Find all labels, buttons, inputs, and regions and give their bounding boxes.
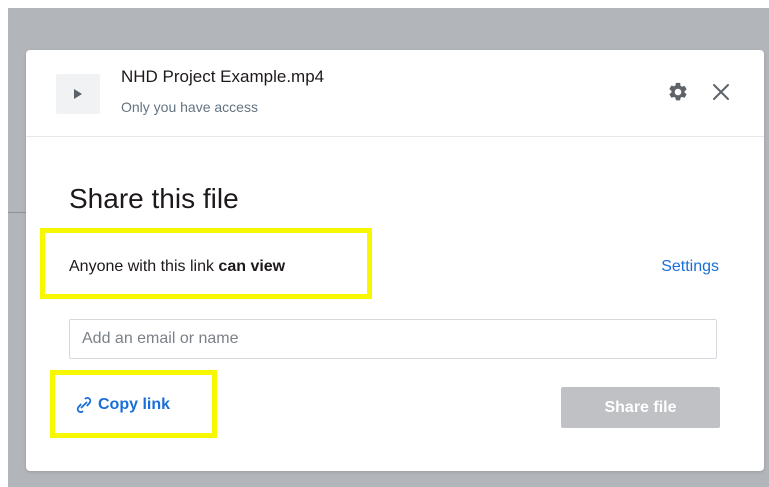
play-icon xyxy=(74,89,82,99)
file-settings-button[interactable] xyxy=(665,79,691,105)
link-access-description: Anyone with this link can view xyxy=(69,258,285,276)
close-icon xyxy=(713,84,729,100)
file-thumbnail xyxy=(56,74,100,114)
file-name: NHD Project Example.mp4 xyxy=(121,67,325,86)
close-button[interactable] xyxy=(708,79,734,105)
file-access-status: Only you have access xyxy=(121,99,258,115)
access-level: can view xyxy=(218,258,286,275)
link-icon xyxy=(76,397,92,413)
copy-link-button[interactable]: Copy link xyxy=(76,396,170,414)
gear-icon xyxy=(669,82,687,101)
link-settings-link[interactable]: Settings xyxy=(661,258,719,276)
dialog-title: Share this file xyxy=(69,183,239,214)
dialog-header: NHD Project Example.mp4 Only you have ac… xyxy=(26,50,764,137)
access-prefix: Anyone with this link xyxy=(69,258,214,275)
share-dialog: NHD Project Example.mp4 Only you have ac… xyxy=(26,50,764,471)
copy-link-label: Copy link xyxy=(98,396,171,413)
backdrop-divider xyxy=(8,212,26,213)
share-file-button[interactable]: Share file xyxy=(561,387,720,428)
email-or-name-input[interactable] xyxy=(69,319,717,359)
